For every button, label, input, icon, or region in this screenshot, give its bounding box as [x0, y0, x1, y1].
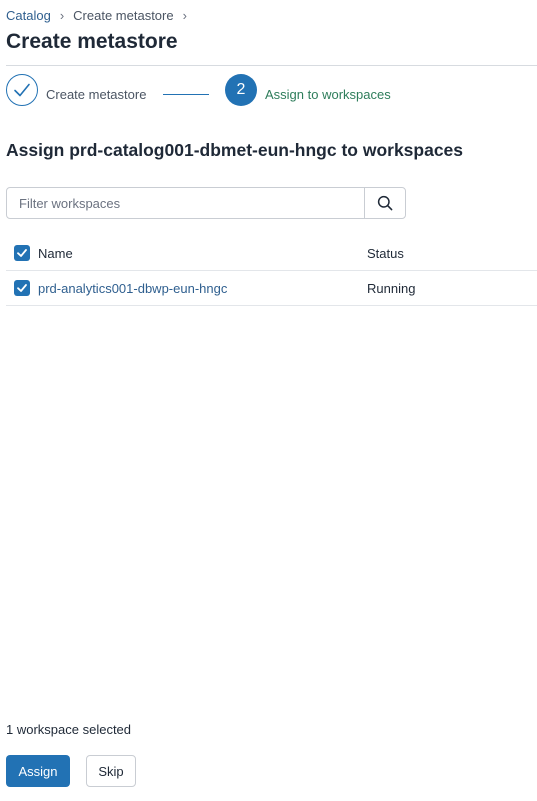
- checkmark-icon: [17, 249, 27, 257]
- breadcrumb-separator: ›: [182, 8, 187, 23]
- title-divider: [6, 65, 537, 66]
- workspace-name-link[interactable]: prd-analytics001-dbwp-eun-hngc: [38, 281, 227, 296]
- page-title: Create metastore: [6, 30, 178, 53]
- filter-workspaces: [6, 187, 406, 219]
- search-button[interactable]: [364, 188, 405, 218]
- select-all-checkbox[interactable]: [14, 245, 30, 261]
- breadcrumb: Catalog › Create metastore ›: [6, 8, 196, 23]
- column-header-name[interactable]: Name: [38, 246, 73, 261]
- workspaces-table: Name Status prd-analytics001-dbwp-eun-hn…: [6, 236, 537, 306]
- table-header: Name Status: [6, 236, 537, 271]
- step-1-indicator: [6, 74, 38, 106]
- row-checkbox[interactable]: [14, 280, 30, 296]
- check-icon: [14, 83, 30, 97]
- search-icon: [377, 195, 393, 211]
- step-1-label: Create metastore: [46, 87, 147, 102]
- skip-button[interactable]: Skip: [86, 755, 136, 787]
- stepper: Create metastore 2 Assign to workspaces: [6, 74, 526, 108]
- assign-button[interactable]: Assign: [6, 755, 70, 787]
- workspace-status: Running: [367, 281, 416, 296]
- step-2-indicator: 2: [225, 74, 257, 106]
- filter-workspaces-input[interactable]: [7, 188, 364, 218]
- assign-section-title: Assign prd-catalog001-dbmet-eun-hngc to …: [6, 140, 464, 160]
- step-2-label: Assign to workspaces: [265, 87, 391, 102]
- selected-count: 1 workspace selected: [6, 722, 132, 737]
- breadcrumb-separator: ›: [59, 8, 65, 23]
- column-header-status[interactable]: Status: [367, 246, 404, 261]
- create-metastore-page: Catalog › Create metastore › Create meta…: [0, 0, 537, 801]
- breadcrumb-catalog-link[interactable]: Catalog: [6, 8, 51, 23]
- checkmark-icon: [17, 284, 27, 292]
- breadcrumb-create-metastore: Create metastore: [73, 8, 174, 23]
- step-connector: [163, 94, 209, 95]
- table-row: prd-analytics001-dbwp-eun-hngc Running: [6, 271, 537, 306]
